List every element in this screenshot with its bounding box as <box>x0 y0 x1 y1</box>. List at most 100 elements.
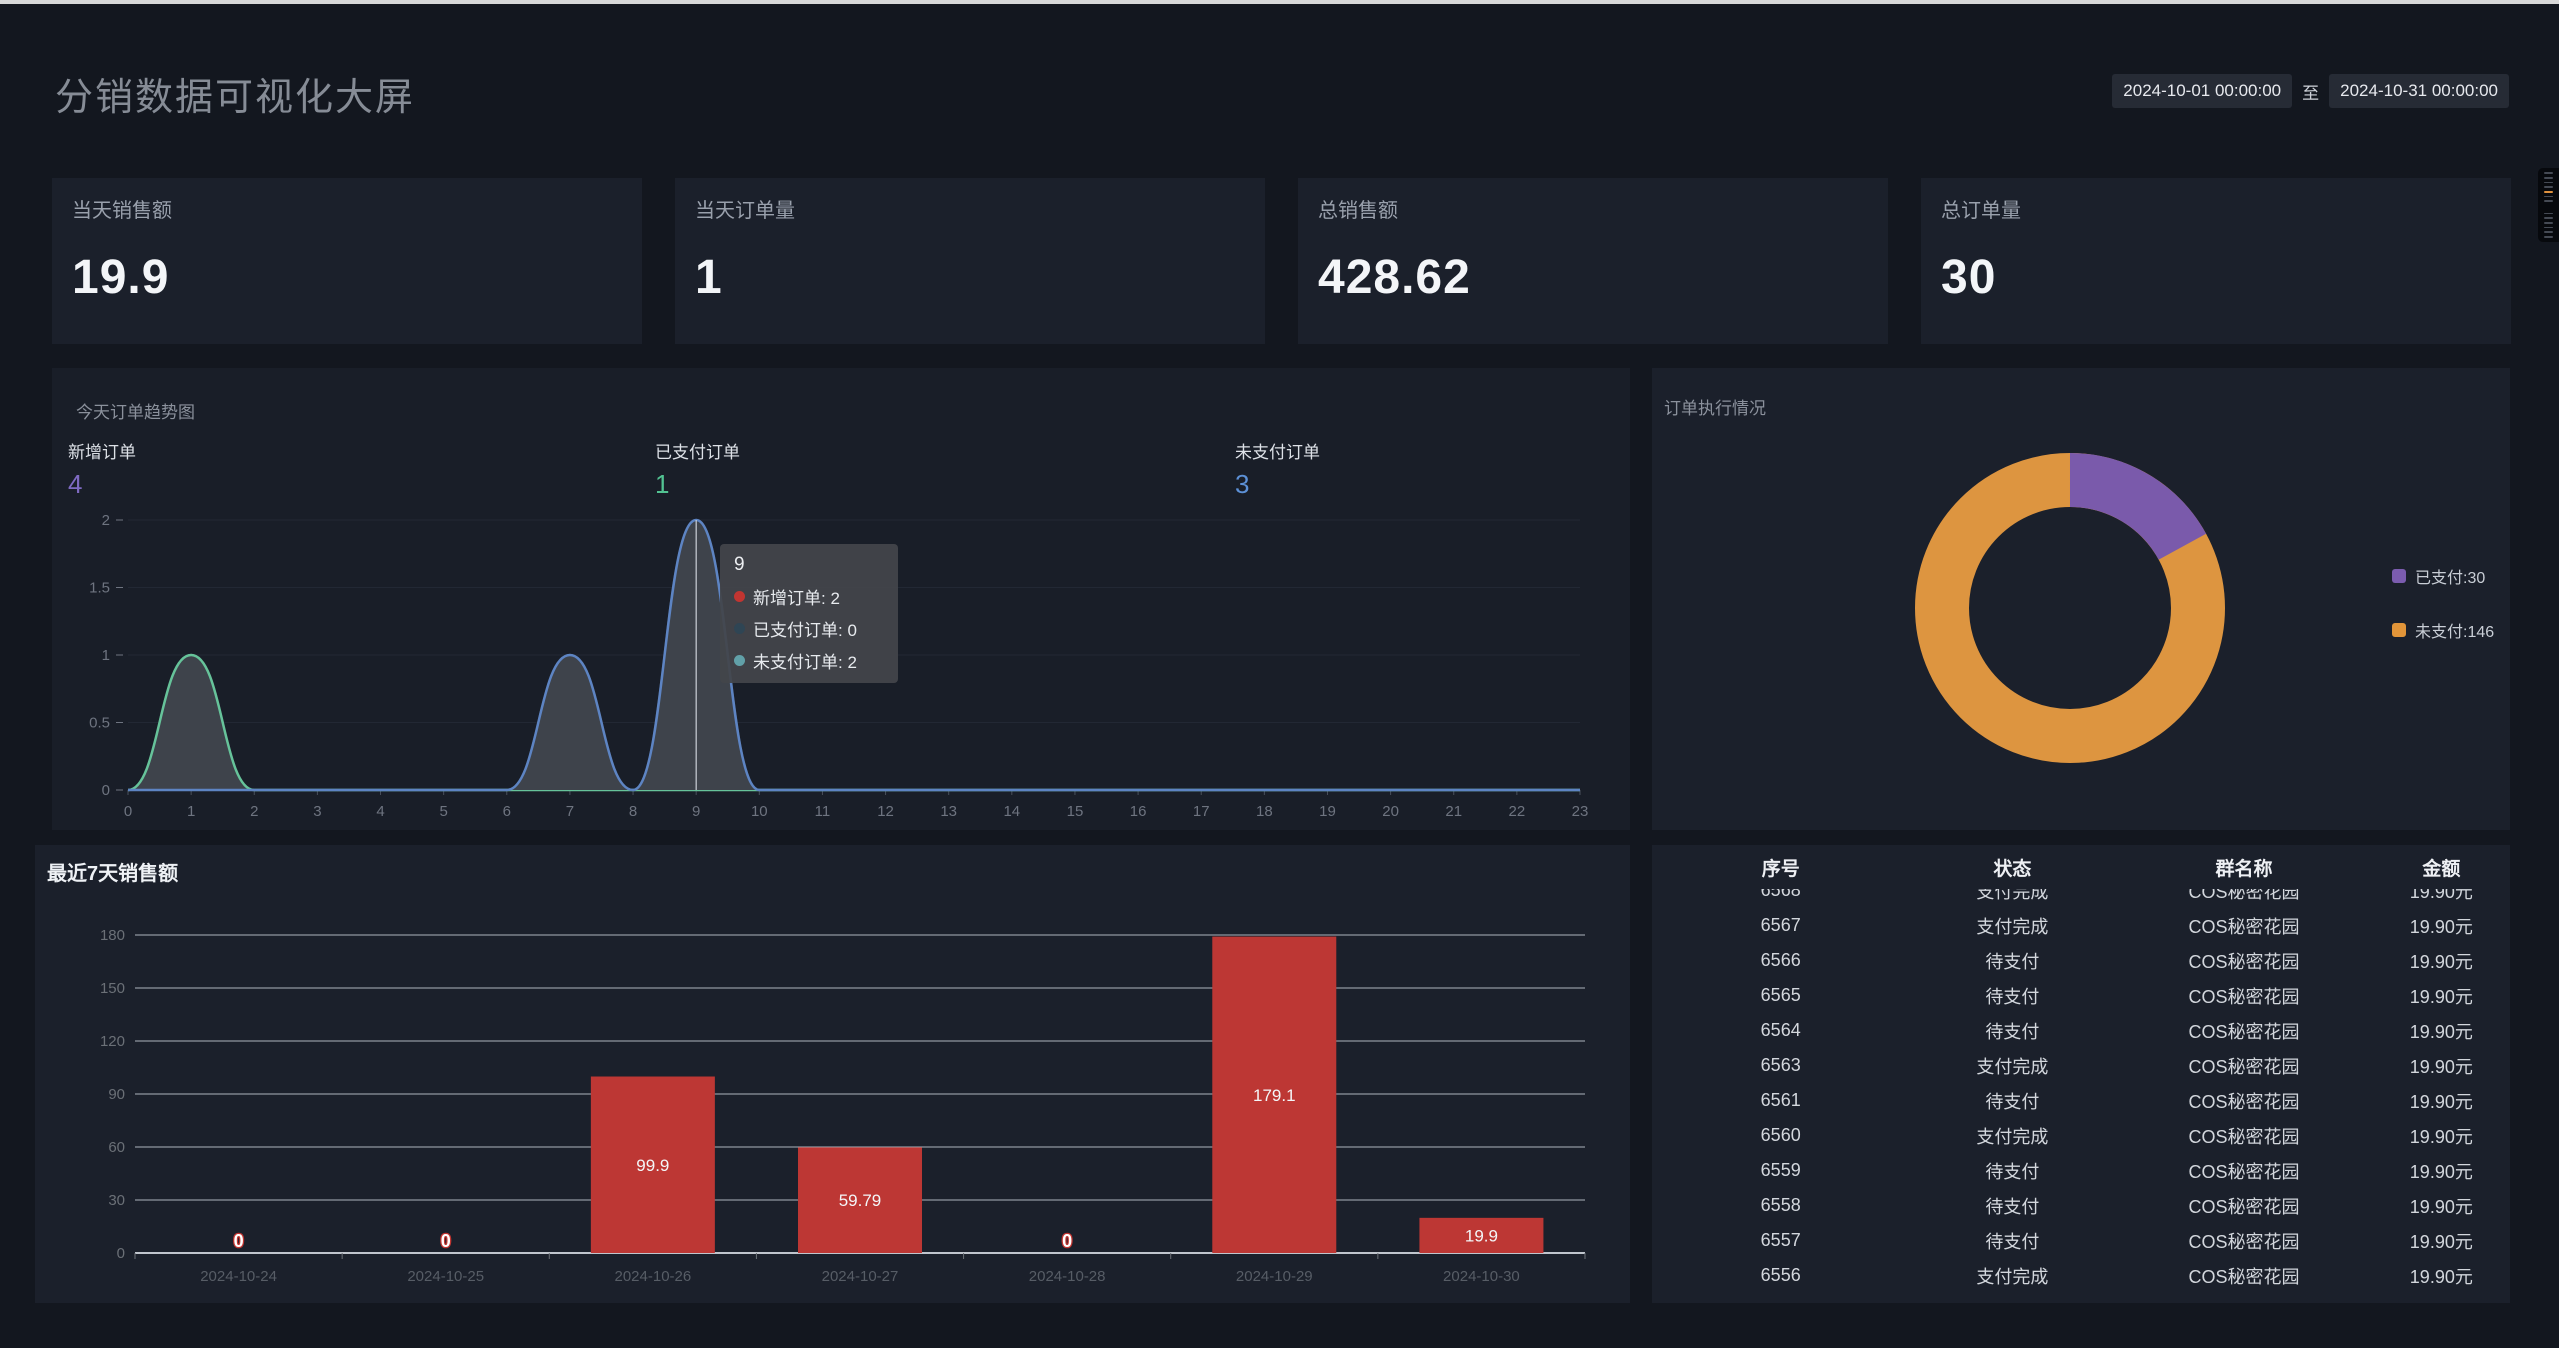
stat-card-label: 当天订单量 <box>695 194 795 223</box>
amount-cell: 19.90元 <box>2373 1158 2510 1184</box>
svg-text:15: 15 <box>1067 803 1084 820</box>
legend-item[interactable]: 已支付:30 <box>2392 564 2494 588</box>
svg-text:2024-10-26: 2024-10-26 <box>614 1268 691 1285</box>
amount-cell: 19.90元 <box>2373 889 2510 904</box>
dash-icon <box>2544 227 2553 229</box>
dash-icon <box>2544 196 2553 198</box>
stat-card-label: 当天销售额 <box>72 194 172 223</box>
svg-text:13: 13 <box>940 803 957 820</box>
amount-cell: 19.90元 <box>2373 913 2510 939</box>
legend-item[interactable]: 未支付:146 <box>2392 618 2494 642</box>
table-row: 6560支付完成COS秘密花园19.90元 <box>1652 1118 2510 1153</box>
svg-text:5: 5 <box>439 803 447 820</box>
stat-card-total-orders: 总订单量 30 <box>1921 178 2511 344</box>
table-row: 6563支付完成COS秘密花园19.90元 <box>1652 1048 2510 1083</box>
legend-swatch-icon <box>2392 569 2406 583</box>
svg-text:2024-10-27: 2024-10-27 <box>822 1268 899 1285</box>
stat-card-value: 19.9 <box>72 250 169 305</box>
svg-text:21: 21 <box>1445 803 1462 820</box>
dash-icon <box>2544 172 2553 174</box>
svg-text:10: 10 <box>751 803 768 820</box>
dash-icon <box>2544 186 2553 188</box>
svg-text:150: 150 <box>100 980 125 997</box>
svg-text:30: 30 <box>108 1192 125 1209</box>
dash-icon <box>2544 177 2553 179</box>
table-row: 6565待支付COS秘密花园19.90元 <box>1652 978 2510 1013</box>
order-id-cell: 6568 <box>1652 889 1909 901</box>
dash-icon <box>2544 200 2553 202</box>
svg-text:2024-10-29: 2024-10-29 <box>1236 1268 1313 1285</box>
svg-text:0: 0 <box>1062 1231 1072 1251</box>
date-start-input[interactable]: 2024-10-01 00:00:00 <box>2112 74 2292 108</box>
stat-card-value: 1 <box>695 250 723 305</box>
order-execution-donut-chart[interactable] <box>1652 368 2510 830</box>
svg-text:179.1: 179.1 <box>1253 1086 1296 1105</box>
svg-text:60: 60 <box>108 1139 125 1156</box>
svg-text:0: 0 <box>441 1231 451 1251</box>
order-execution-panel: 订单执行情况 已支付:30未支付:146 <box>1652 368 2510 830</box>
amount-cell: 19.90元 <box>2373 1018 2510 1044</box>
stat-card-today-sales: 当天销售额 19.9 <box>52 178 642 344</box>
table-header-cell: 群名称 <box>2115 854 2372 881</box>
amount-cell: 19.90元 <box>2373 1088 2510 1114</box>
page-title: 分销数据可视化大屏 <box>55 66 415 121</box>
group-name-cell: COS秘密花园 <box>2115 1193 2372 1219</box>
table-row: 6566待支付COS秘密花园19.90元 <box>1652 943 2510 978</box>
svg-text:2024-10-24: 2024-10-24 <box>200 1268 277 1285</box>
svg-text:0: 0 <box>234 1231 244 1251</box>
status-cell: 待支付 <box>1909 983 2115 1009</box>
amount-cell: 19.90元 <box>2373 1193 2510 1219</box>
side-scroll-widget[interactable] <box>2538 168 2559 242</box>
dash-icon <box>2544 217 2553 219</box>
date-end-input[interactable]: 2024-10-31 00:00:00 <box>2329 74 2509 108</box>
tooltip-row: 未支付订单: 2 <box>734 648 884 673</box>
dashboard-root: 分销数据可视化大屏 2024-10-01 00:00:00 至 2024-10-… <box>0 0 2559 1348</box>
status-cell: 支付完成 <box>1909 1263 2115 1289</box>
svg-text:2: 2 <box>250 803 258 820</box>
order-id-cell: 6563 <box>1652 1055 1909 1076</box>
svg-text:90: 90 <box>108 1086 125 1103</box>
status-cell: 待支付 <box>1909 1088 2115 1114</box>
svg-text:4: 4 <box>376 803 384 820</box>
svg-text:22: 22 <box>1509 803 1526 820</box>
legend-label: 已支付:30 <box>2415 564 2485 588</box>
sales-bar-chart[interactable]: 030609012015018002024-10-2402024-10-2599… <box>35 845 1630 1303</box>
svg-text:3: 3 <box>313 803 321 820</box>
svg-text:0: 0 <box>102 782 110 799</box>
svg-text:17: 17 <box>1193 803 1210 820</box>
svg-text:2024-10-28: 2024-10-28 <box>1029 1268 1106 1285</box>
group-name-cell: COS秘密花园 <box>2115 1123 2372 1149</box>
svg-text:14: 14 <box>1003 803 1020 820</box>
status-cell: 支付完成 <box>1909 1123 2115 1149</box>
svg-text:18: 18 <box>1256 803 1273 820</box>
svg-text:59.79: 59.79 <box>839 1191 882 1210</box>
svg-text:0: 0 <box>117 1245 125 1262</box>
amount-cell: 19.90元 <box>2373 1123 2510 1149</box>
amount-cell: 19.90元 <box>2373 948 2510 974</box>
group-name-cell: COS秘密花园 <box>2115 913 2372 939</box>
stat-card-label: 总销售额 <box>1318 194 1398 223</box>
group-name-cell: COS秘密花园 <box>2115 1228 2372 1254</box>
tooltip-title: 9 <box>734 554 884 576</box>
table-row: 6556支付完成COS秘密花园19.90元 <box>1652 1258 2510 1293</box>
table-row: 6567支付完成COS秘密花园19.90元 <box>1652 908 2510 943</box>
dash-icon <box>2544 236 2553 238</box>
amount-cell: 19.90元 <box>2373 1263 2510 1289</box>
order-id-cell: 6556 <box>1652 1265 1909 1286</box>
table-body[interactable]: 6568支付完成COS秘密花园19.90元6567支付完成COS秘密花园19.9… <box>1652 889 2510 1293</box>
legend-label: 未支付:146 <box>2415 618 2494 642</box>
order-id-cell: 6561 <box>1652 1090 1909 1111</box>
order-id-cell: 6567 <box>1652 915 1909 936</box>
order-id-cell: 6559 <box>1652 1160 1909 1181</box>
group-name-cell: COS秘密花园 <box>2115 948 2372 974</box>
group-name-cell: COS秘密花园 <box>2115 889 2372 904</box>
svg-text:16: 16 <box>1130 803 1147 820</box>
status-cell: 待支付 <box>1909 1018 2115 1044</box>
date-separator: 至 <box>2302 79 2319 104</box>
amount-cell: 19.90元 <box>2373 1228 2510 1254</box>
table-row: 6558待支付COS秘密花园19.90元 <box>1652 1188 2510 1223</box>
status-cell: 待支付 <box>1909 948 2115 974</box>
svg-text:2: 2 <box>102 512 110 529</box>
status-cell: 支付完成 <box>1909 913 2115 939</box>
order-id-cell: 6565 <box>1652 985 1909 1006</box>
